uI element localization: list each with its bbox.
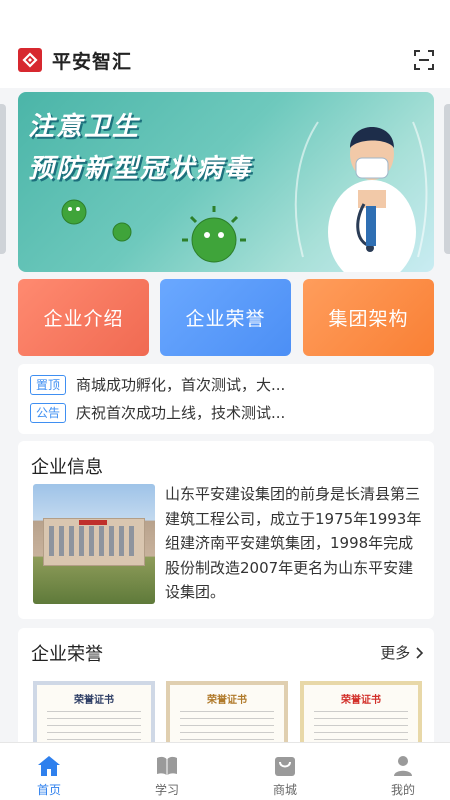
shopping-bag-icon bbox=[275, 757, 295, 776]
certificate-title: 荣誉证书 bbox=[207, 695, 247, 706]
chevron-right-icon bbox=[416, 647, 424, 659]
company-intro-button[interactable]: 企业介绍 bbox=[18, 279, 149, 356]
tab-home[interactable]: 首页 bbox=[0, 743, 105, 800]
brand-logo-icon bbox=[18, 48, 42, 72]
certificate-body bbox=[180, 711, 274, 741]
more-link[interactable]: 更多 bbox=[380, 642, 424, 663]
certificate-title: 荣誉证书 bbox=[74, 695, 114, 706]
tab-mall[interactable]: 商城 bbox=[229, 743, 341, 800]
certificate-body bbox=[314, 711, 408, 741]
building-sign bbox=[79, 520, 107, 525]
user-icon bbox=[394, 756, 412, 776]
app-header: 平安智汇 bbox=[0, 0, 450, 88]
promo-banner[interactable]: 注意卫生 预防新型冠状病毒 bbox=[18, 92, 434, 272]
company-info-card[interactable]: 企业信息 山东平安建设集团的前身是长清县第三建筑工程公司，成立于1975年199… bbox=[18, 441, 434, 619]
company-info-title: 企业信息 bbox=[31, 457, 103, 478]
tab-study-label: 学习 bbox=[154, 783, 179, 797]
scan-icon[interactable] bbox=[414, 50, 434, 70]
honor-certificate[interactable]: 荣誉证书 bbox=[300, 681, 422, 751]
honor-certificate[interactable]: 荣誉证书 bbox=[166, 681, 288, 751]
notice-board: 置顶 商城成功孵化，首次测试，大... 公告 庆祝首次成功上线，技术测试... bbox=[18, 364, 434, 434]
honor-certificate[interactable]: 荣誉证书 bbox=[33, 681, 155, 751]
company-honors-card: 企业荣誉 更多 荣誉证书 荣誉证书 荣誉证书 bbox=[18, 628, 434, 751]
notice-text[interactable]: 商城成功孵化，首次测试，大... bbox=[76, 374, 285, 395]
certificate-body bbox=[47, 711, 141, 741]
virus-illustration-icon bbox=[61, 121, 428, 272]
tab-mall-label: 商城 bbox=[272, 783, 297, 797]
pinned-tag: 置顶 bbox=[30, 374, 67, 395]
home-icon bbox=[38, 756, 60, 776]
company-info-text: 山东平安建设集团的前身是长清县第三建筑工程公司，成立于1975年1993年组建济… bbox=[165, 485, 422, 601]
app-title: 平安智汇 bbox=[52, 51, 133, 73]
group-structure-button[interactable]: 集团架构 bbox=[303, 279, 434, 356]
left-scroll-indicator bbox=[0, 104, 6, 254]
more-label: 更多 bbox=[380, 644, 411, 662]
tab-study[interactable]: 学习 bbox=[111, 743, 223, 800]
announcement-tag: 公告 bbox=[30, 402, 67, 423]
tab-profile-label: 我的 bbox=[390, 783, 415, 797]
right-scroll-indicator bbox=[444, 104, 450, 254]
notice-text[interactable]: 庆祝首次成功上线，技术测试... bbox=[76, 402, 285, 423]
honors-title: 企业荣誉 bbox=[31, 644, 103, 665]
notice-item[interactable]: 公告 庆祝首次成功上线，技术测试... bbox=[30, 402, 285, 423]
tab-home-label: 首页 bbox=[36, 783, 61, 797]
book-icon bbox=[157, 756, 177, 775]
building-windows bbox=[49, 526, 139, 556]
tab-profile[interactable]: 我的 bbox=[347, 743, 450, 800]
notice-item[interactable]: 置顶 商城成功孵化，首次测试，大... bbox=[30, 374, 285, 395]
bottom-tab-bar: 首页 学习 商城 我的 bbox=[0, 742, 450, 800]
certificate-title: 荣誉证书 bbox=[341, 695, 381, 706]
company-building-photo bbox=[33, 484, 155, 604]
company-honors-button[interactable]: 企业荣誉 bbox=[160, 279, 291, 356]
